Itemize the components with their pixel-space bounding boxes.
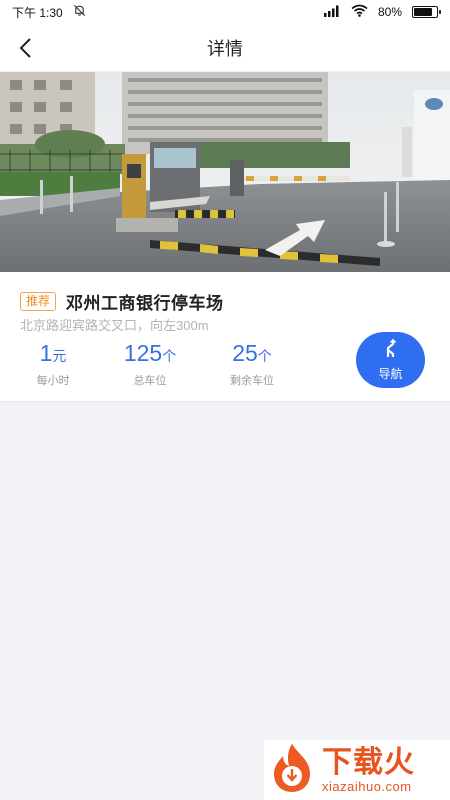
stat-total-value: 125 [123,340,163,366]
bell-off-icon [73,4,86,20]
stat-price: 1元 每小时 [28,340,78,388]
signal-icon [323,5,341,20]
page-title: 详情 [207,38,243,59]
battery-percent: 80% [377,5,402,19]
navigation-turn-icon [381,338,401,363]
back-arrow-icon[interactable] [14,36,38,60]
parking-lot-name: 邓州工商银行停车场 [66,294,224,313]
battery-icon [412,6,441,18]
flame-download-icon [268,742,316,799]
recommend-badge: 推荐 [20,292,57,311]
stat-total-spaces: 125个 总车位 [112,340,188,388]
nav-bar: 详情 [0,24,450,72]
title-row: 推荐 邓州工商银行停车场 [20,289,224,314]
status-time: 下午 1:30 [12,5,63,20]
stat-price-label: 每小时 [36,375,70,387]
battery-level [414,8,432,16]
watermark-logo: 下载火 xiazaihuo.com [264,740,450,800]
stat-total-label: 总车位 [133,375,167,387]
watermark-url: xiazaihuo.com [322,778,412,794]
parking-address: 北京路迎宾路交叉口，向左300m [20,318,209,333]
stat-free-label: 剩余车位 [230,375,274,387]
wifi-icon [351,4,368,20]
navigate-button-label: 导航 [378,367,403,381]
parking-info-card: 推荐 邓州工商银行停车场 北京路迎宾路交叉口，向左300m 1元 每小时 125… [0,272,450,402]
stat-price-value: 1 [39,340,53,366]
stat-price-unit: 元 [52,348,67,364]
parking-lot-photo [0,72,450,272]
stat-total-unit: 个 [162,348,177,364]
stat-free-spaces: 25个 剩余车位 [216,340,288,388]
stat-free-value: 25 [232,340,258,366]
watermark-title: 下载火 [322,745,415,779]
status-bar: 下午 1:30 80% [0,0,450,24]
stat-free-unit: 个 [257,348,272,364]
navigate-button[interactable]: 导航 [356,332,425,388]
